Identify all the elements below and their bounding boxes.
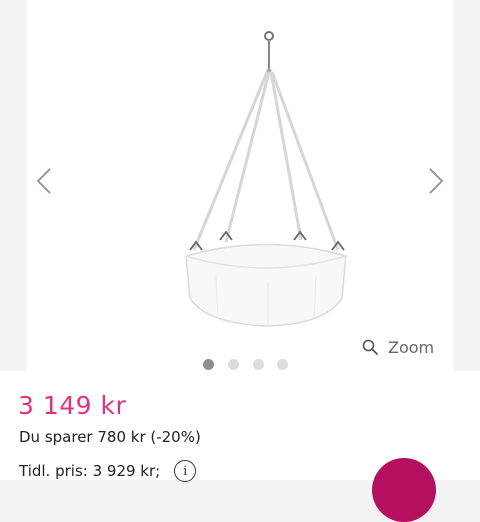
- slide-dot[interactable]: [203, 359, 214, 370]
- slide-dot[interactable]: [277, 359, 288, 370]
- product-image-frame[interactable]: Zoom: [26, 0, 454, 371]
- magnifier-icon: [362, 339, 379, 355]
- chevron-left-icon: [36, 168, 51, 194]
- info-icon[interactable]: i: [174, 460, 197, 482]
- previous-image-button[interactable]: [30, 166, 60, 196]
- savings-text: Du sparer 780 kr (-20%): [19, 428, 201, 446]
- previous-price-row: Tidl. pris: 3 929 kr; i: [19, 459, 197, 483]
- next-image-button[interactable]: [420, 166, 450, 196]
- add-to-cart-button[interactable]: [372, 458, 436, 522]
- product-image: [185, 31, 347, 327]
- slide-dot[interactable]: [253, 359, 264, 370]
- zoom-label: Zoom: [388, 337, 435, 357]
- slide-dot[interactable]: [228, 359, 239, 370]
- previous-price: Tidl. pris: 3 929 kr;: [19, 462, 161, 480]
- chevron-right-icon: [429, 168, 444, 194]
- product-price: 3 149 kr: [18, 391, 127, 420]
- zoom-button[interactable]: Zoom: [362, 336, 434, 358]
- product-image-gallery: Zoom: [0, 0, 480, 381]
